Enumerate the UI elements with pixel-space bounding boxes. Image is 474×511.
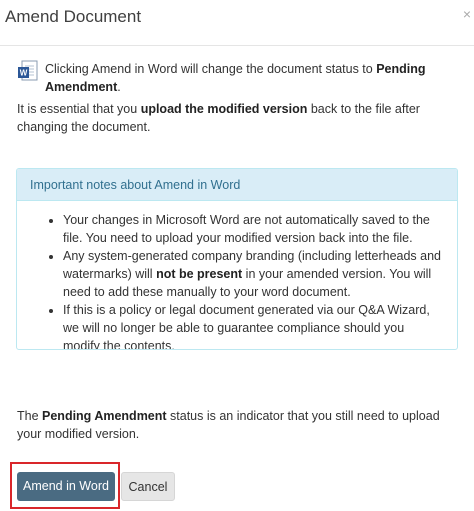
list-item: Your changes in Microsoft Word are not a… xyxy=(63,211,443,247)
essential-message: It is essential that you upload the modi… xyxy=(17,102,420,134)
amend-in-word-button[interactable]: Amend in Word xyxy=(17,472,115,501)
notes-heading: Important notes about Amend in Word xyxy=(17,169,457,201)
intro-message: W Clicking Amend in Word will change the… xyxy=(17,60,457,96)
intro-text: Clicking Amend in Word will change the d… xyxy=(45,62,426,94)
svg-text:W: W xyxy=(20,69,28,78)
important-notes-panel: Important notes about Amend in Word Your… xyxy=(16,168,458,350)
pending-amendment-note: The Pending Amendment status is an indic… xyxy=(17,409,440,441)
cancel-button[interactable]: Cancel xyxy=(121,472,175,501)
close-icon[interactable]: × xyxy=(463,6,471,22)
word-document-icon: W xyxy=(17,60,39,82)
dialog-title: Amend Document xyxy=(5,7,142,26)
notes-list: Your changes in Microsoft Word are not a… xyxy=(17,201,457,349)
dialog-header: Amend Document × xyxy=(0,0,474,46)
list-item: If this is a policy or legal document ge… xyxy=(63,301,443,349)
list-item: Any system-generated company branding (i… xyxy=(63,247,443,301)
